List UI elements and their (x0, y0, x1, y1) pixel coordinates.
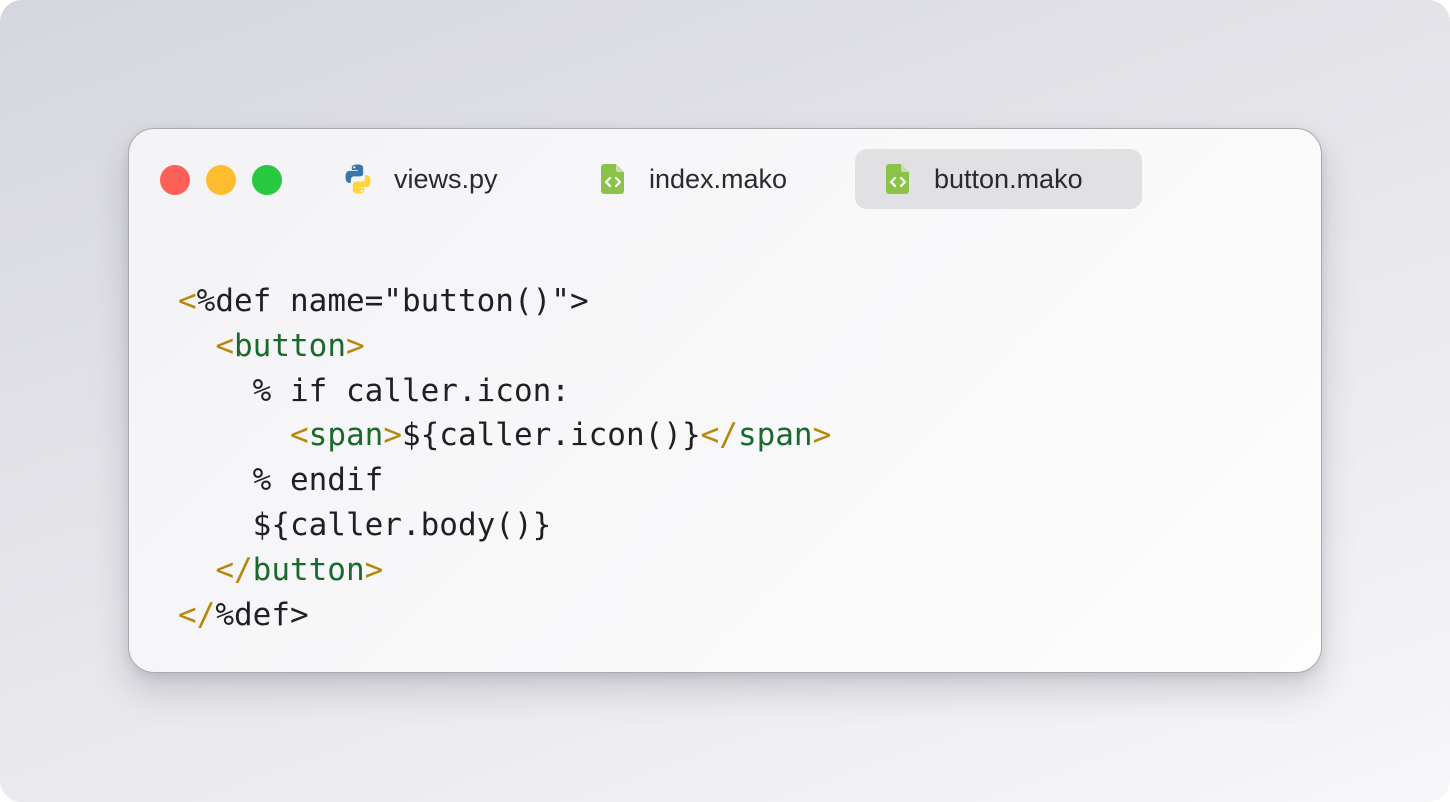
code-editor[interactable]: <%def name="button()"> <button> % if cal… (178, 279, 831, 637)
code-token: > (345, 327, 365, 364)
code-token: span (737, 417, 813, 454)
code-line: <span>${caller.icon()}</span> (178, 413, 831, 458)
code-line: <button> (178, 324, 831, 369)
code-token: </ (215, 551, 253, 588)
code-token: < (215, 327, 234, 364)
code-file-icon (881, 162, 915, 196)
maximize-window-button[interactable] (252, 165, 282, 195)
code-token: < (178, 283, 197, 319)
code-token: </ (700, 417, 738, 454)
code-token: > (812, 417, 832, 454)
backdrop: views.py index.mako button.mako <%def na… (0, 0, 1450, 802)
tab-index-mako[interactable]: index.mako (591, 149, 831, 209)
tab-label: button.mako (934, 163, 1083, 194)
minimize-window-button[interactable] (206, 165, 236, 195)
code-token: %def> (215, 596, 309, 633)
code-line: % endif (178, 458, 831, 503)
code-token: %def name="button()"> (196, 283, 589, 319)
code-token: ${caller.body()} (178, 506, 552, 543)
code-window: views.py index.mako button.mako <%def na… (128, 128, 1322, 673)
code-token: button (234, 327, 346, 364)
code-token: % if caller.icon: (178, 372, 570, 409)
python-icon (341, 162, 375, 196)
code-line: </%def> (178, 593, 831, 638)
code-token: > (364, 551, 384, 588)
code-line: </button> (178, 548, 831, 593)
code-token: span (308, 417, 384, 454)
code-line: <%def name="button()"> (178, 279, 831, 324)
close-window-button[interactable] (160, 165, 190, 195)
tab-button-mako[interactable]: button.mako (855, 149, 1142, 209)
tab-label: views.py (394, 163, 498, 194)
code-token: </ (178, 596, 216, 633)
code-token: ${caller.icon()} (401, 417, 701, 454)
tab-label: index.mako (649, 163, 788, 194)
code-file-icon (596, 162, 630, 196)
code-token: < (289, 417, 309, 454)
code-line: % if caller.icon: (178, 369, 831, 414)
code-token: > (383, 417, 402, 454)
tab-views-py[interactable]: views.py (338, 149, 558, 209)
code-token: button (252, 551, 365, 588)
code-line: ${caller.body()} (178, 503, 831, 548)
code-token: % endif (178, 462, 384, 499)
